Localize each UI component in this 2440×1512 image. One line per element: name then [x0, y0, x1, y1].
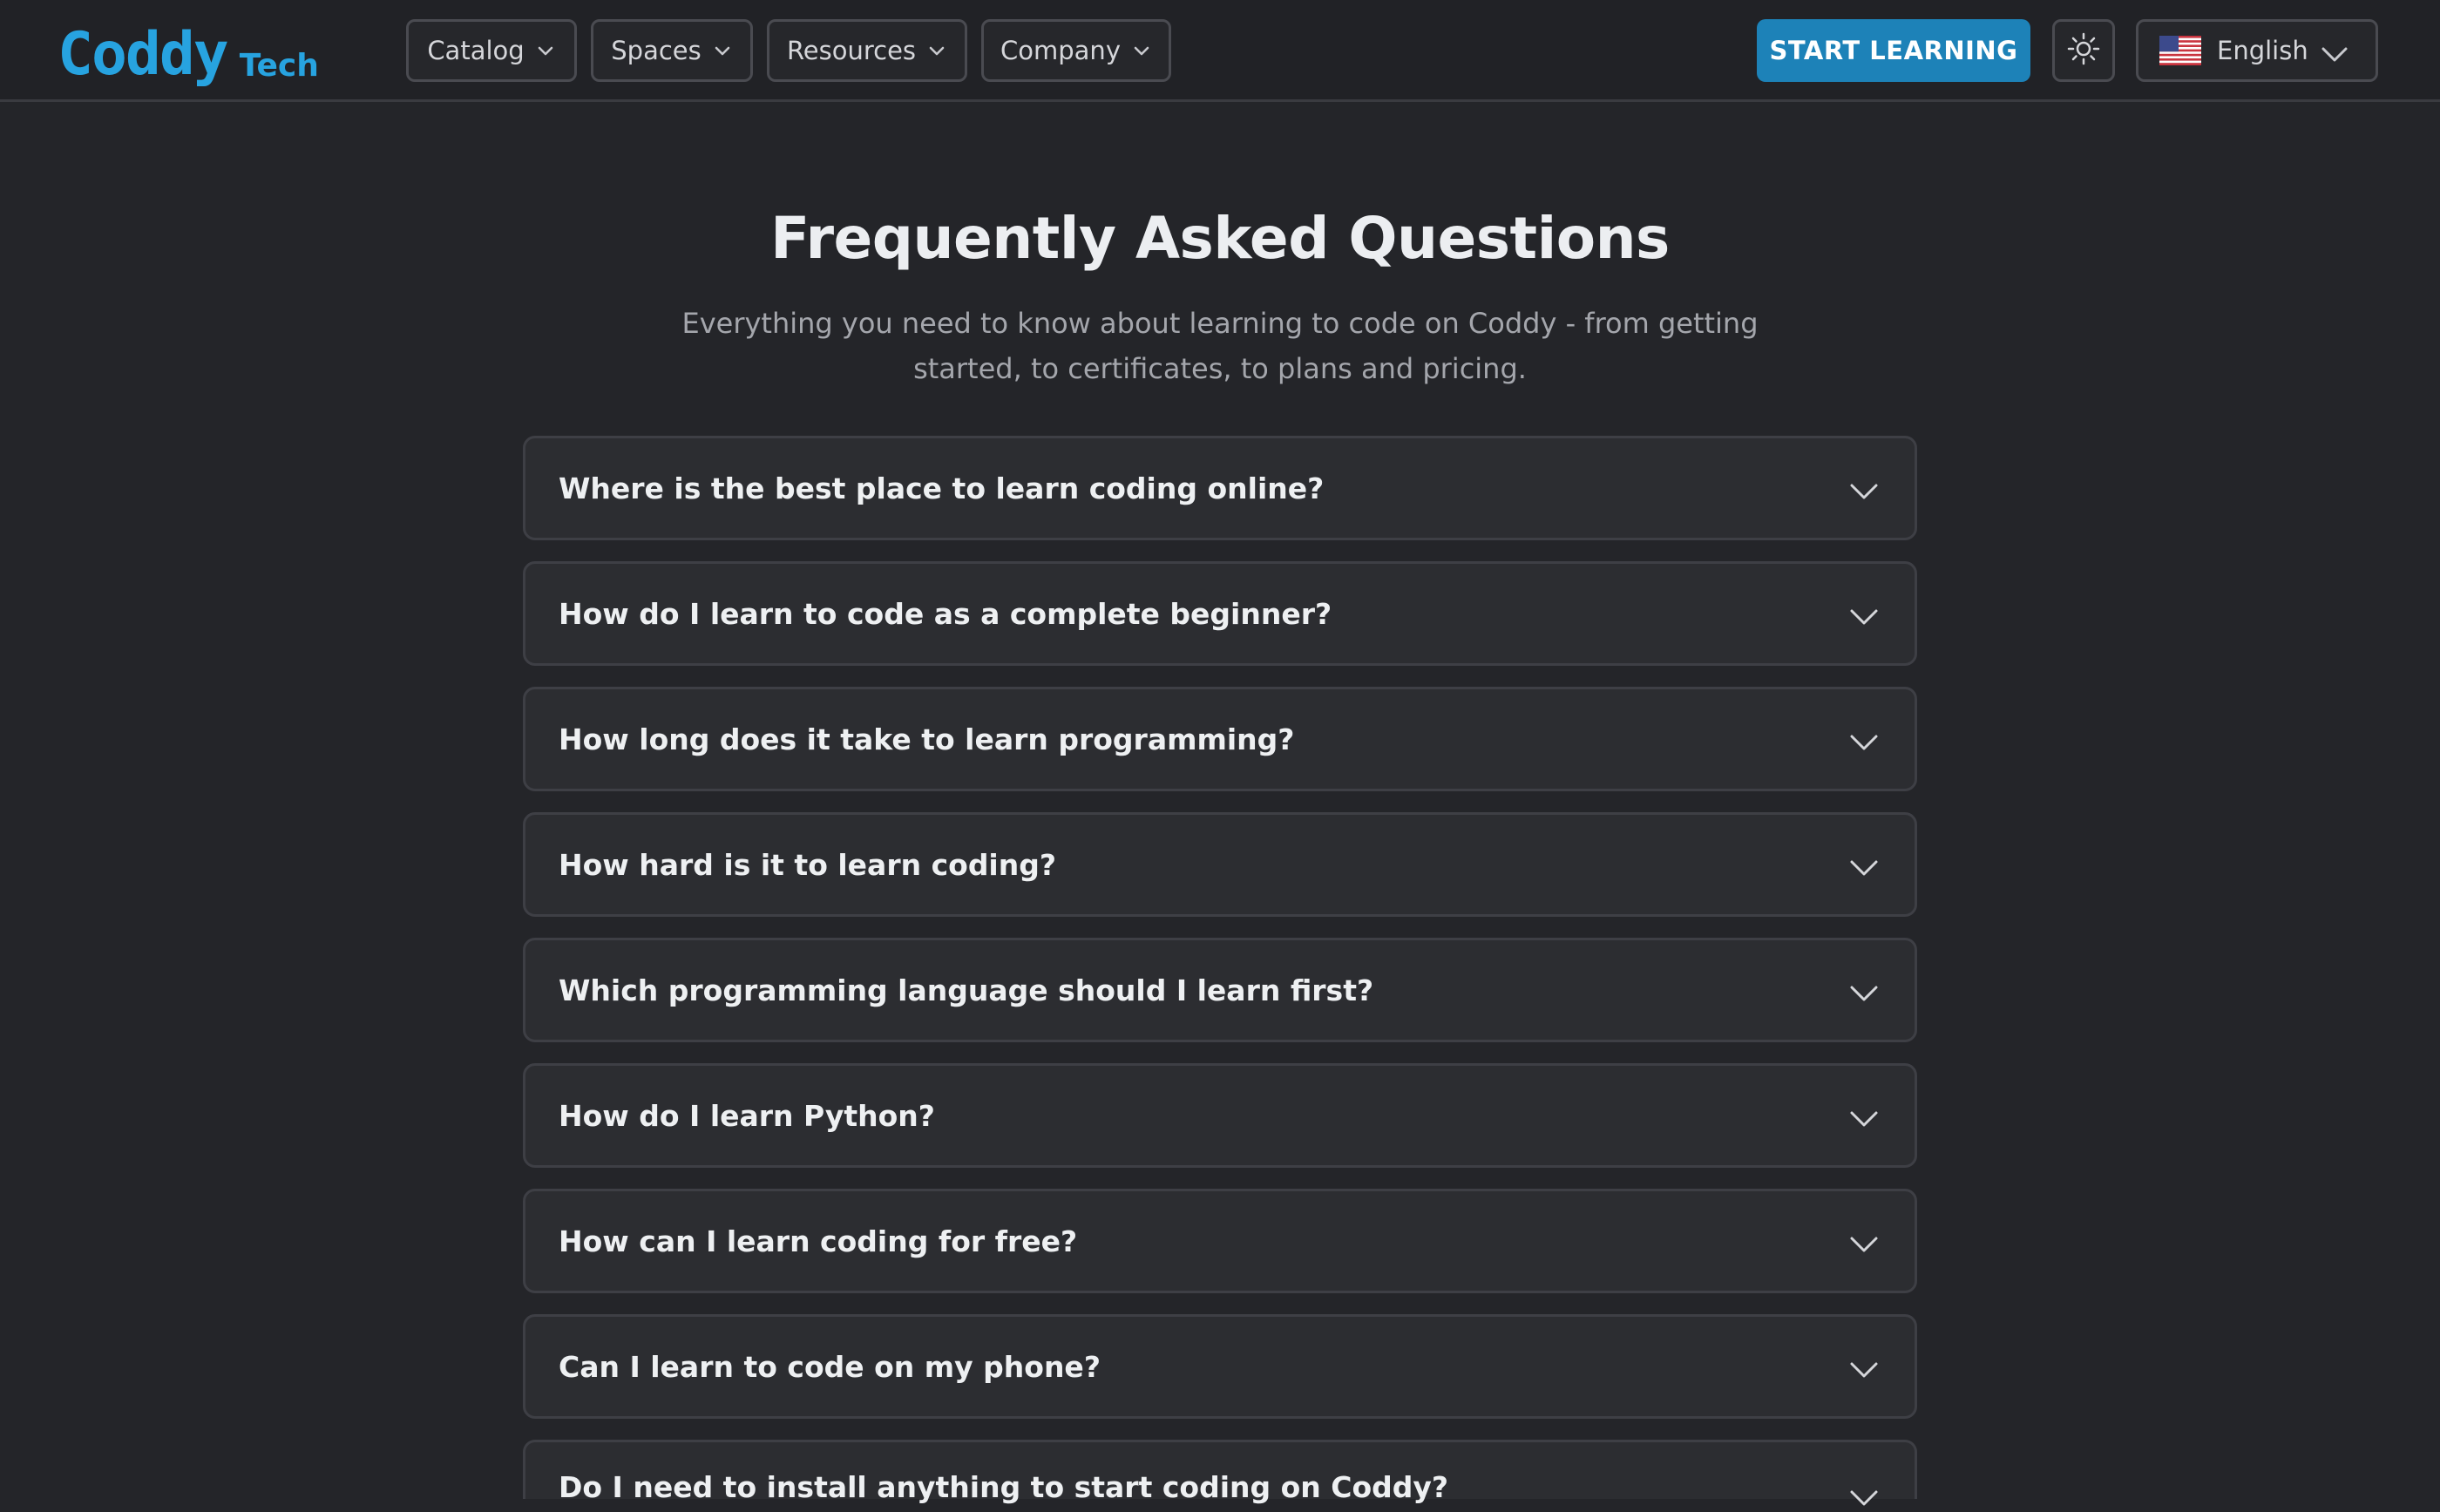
start-learning-button[interactable]: START LEARNING: [1757, 19, 2030, 82]
chevron-down-icon: [1848, 983, 1880, 1004]
logo-wordmark: Coddy: [58, 20, 229, 89]
faq-item[interactable]: How long does it take to learn programmi…: [523, 687, 1917, 791]
faq-item[interactable]: How can I learn coding for free?: [523, 1189, 1917, 1293]
faq-item[interactable]: How hard is it to learn coding?: [523, 812, 1917, 917]
nav-company-label: Company: [1000, 36, 1121, 65]
language-selector[interactable]: English: [2136, 19, 2378, 82]
chevron-down-icon: [1848, 858, 1880, 878]
nav-resources-label: Resources: [786, 36, 917, 65]
nav-spaces-label: Spaces: [611, 36, 702, 65]
coddy-logo[interactable]: Coddy Tech: [58, 16, 319, 85]
chevron-down-icon: [1848, 481, 1880, 502]
faq-item[interactable]: Can I learn to code on my phone?: [523, 1314, 1917, 1419]
faq-question: Can I learn to code on my phone?: [559, 1349, 1101, 1384]
chevron-down-icon: [1848, 1359, 1880, 1380]
faq-title: Frequently Asked Questions: [770, 205, 1670, 272]
nav-resources-button[interactable]: Resources: [767, 19, 967, 82]
faq-item[interactable]: Where is the best place to learn coding …: [523, 436, 1917, 540]
chevron-down-icon: [1848, 1109, 1880, 1129]
faq-item[interactable]: Do I need to install anything to start c…: [523, 1440, 1917, 1506]
theme-toggle-button[interactable]: [2052, 19, 2115, 82]
faq-question: Where is the best place to learn coding …: [559, 471, 1325, 505]
faq-question: How hard is it to learn coding?: [559, 847, 1057, 882]
chevron-down-icon: [2320, 41, 2349, 62]
faq-subtitle: Everything you need to know about learni…: [681, 307, 1759, 385]
faq-question: Do I need to install anything to start c…: [559, 1470, 1449, 1504]
faq-question: How long does it take to learn programmi…: [559, 722, 1295, 756]
faq-item[interactable]: How do I learn Python?: [523, 1063, 1917, 1168]
nav-spaces-button[interactable]: Spaces: [591, 19, 753, 82]
faq-question: Which programming language should I lear…: [559, 973, 1374, 1007]
us-flag-icon: [2159, 36, 2201, 65]
nav-company-button[interactable]: Company: [981, 19, 1171, 82]
chevron-down-icon: [1848, 1488, 1880, 1509]
chevron-down-icon: [1848, 1234, 1880, 1255]
chevron-down-icon: [1848, 732, 1880, 753]
faq-question: How can I learn coding for free?: [559, 1224, 1078, 1258]
logo-subtitle: Tech: [239, 48, 319, 84]
faq-question: How do I learn to code as a complete beg…: [559, 596, 1332, 631]
nav-catalog-button[interactable]: Catalog: [406, 19, 577, 82]
chevron-down-icon: [1848, 607, 1880, 627]
faq-item[interactable]: Which programming language should I lear…: [523, 938, 1917, 1042]
top-navbar: Coddy Tech Catalog Spaces Resources Comp…: [0, 0, 2440, 102]
language-label: English: [2217, 36, 2308, 65]
sun-icon: [2066, 31, 2101, 70]
nav-catalog-label: Catalog: [427, 36, 525, 65]
chevron-down-icon: [928, 41, 947, 60]
chevron-down-icon: [714, 41, 733, 60]
faq-question: How do I learn Python?: [559, 1098, 935, 1133]
chevron-down-icon: [1133, 41, 1152, 60]
chevron-down-icon: [537, 41, 556, 60]
faq-item[interactable]: How do I learn to code as a complete beg…: [523, 561, 1917, 666]
